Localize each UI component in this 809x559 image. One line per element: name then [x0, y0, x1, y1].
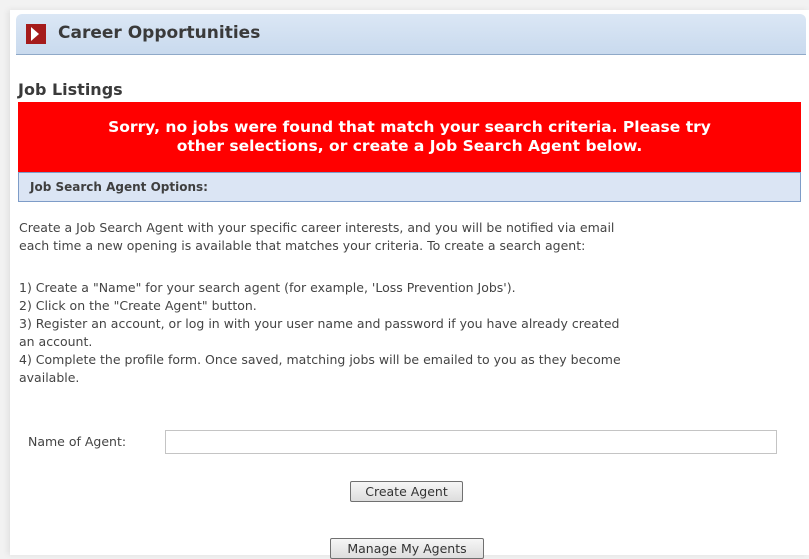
agent-name-label: Name of Agent: — [28, 434, 127, 449]
step-3-line-2: an account. — [19, 334, 93, 349]
intro-text: Create a Job Search Agent with your spec… — [19, 219, 804, 255]
no-results-banner: Sorry, no jobs were found that match you… — [18, 102, 801, 172]
banner-line-2: other selections, or create a Job Search… — [176, 137, 643, 155]
section-title: Job Listings — [18, 80, 123, 99]
intro-line-2: each time a new opening is available tha… — [19, 238, 586, 253]
step-4-line-2: available. — [19, 370, 80, 385]
options-label: Job Search Agent Options: — [30, 180, 208, 194]
step-3-line-1: 3) Register an account, or log in with y… — [19, 316, 620, 331]
step-1: 1) Create a "Name" for your search agent… — [19, 280, 516, 295]
step-2: 2) Click on the "Create Agent" button. — [19, 298, 257, 313]
steps-list: 1) Create a "Name" for your search agent… — [19, 279, 804, 387]
banner-line-1: Sorry, no jobs were found that match you… — [108, 118, 711, 136]
page-title: Career Opportunities — [58, 23, 261, 43]
options-header: Job Search Agent Options: — [18, 172, 801, 202]
chevron-right-icon — [26, 24, 46, 44]
create-agent-button[interactable]: Create Agent — [350, 481, 463, 502]
career-panel: Career Opportunities Job Listings Sorry,… — [10, 10, 809, 559]
manage-agents-button[interactable]: Manage My Agents — [330, 538, 484, 559]
intro-line-1: Create a Job Search Agent with your spec… — [19, 220, 615, 235]
agent-name-input[interactable] — [165, 430, 777, 454]
step-4-line-1: 4) Complete the profile form. Once saved… — [19, 352, 621, 367]
header-bar: Career Opportunities — [16, 14, 806, 55]
